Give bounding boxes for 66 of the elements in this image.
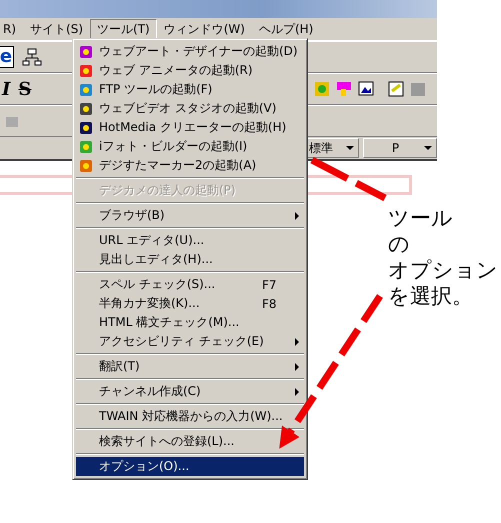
submenu-arrow-icon	[295, 212, 299, 220]
menu-item-label: HotMedia クリエーターの起動(H)	[99, 119, 286, 136]
menu-item-label: 検索サイトへの登録(L)...	[99, 433, 236, 450]
menu-item-label: ウェブ アニメータの起動(R)	[99, 62, 254, 79]
menu-item[interactable]: 見出しエディタ(H)...	[76, 250, 304, 269]
menu-item-label: ウェブアート・デザイナーの起動(D)	[99, 43, 298, 60]
menu-item[interactable]: ウェブアート・デザイナーの起動(D)	[76, 42, 304, 61]
menu-bar-item[interactable]: サイト(S)	[23, 18, 90, 40]
tag-dropdown[interactable]: P	[363, 138, 437, 158]
menu-item[interactable]: デジすたマーカー2の起動(A)	[76, 156, 304, 175]
menu-item[interactable]: ウェブビデオ スタジオの起動(V)	[76, 99, 304, 118]
menu-item-label: FTP ツールの起動(F)	[99, 81, 214, 98]
menu-item-label: 翻訳(T)	[99, 358, 141, 375]
annotation-text: オプション	[388, 257, 498, 283]
submenu-arrow-icon	[295, 362, 299, 370]
menu-item[interactable]: URL エディタ(U)...	[76, 231, 304, 250]
menu-item-label: 半角カナ変換(K)...	[99, 295, 201, 312]
menu-bar-item[interactable]: ウィンドウ(W)	[156, 18, 252, 40]
annotation-text: ツール	[388, 205, 453, 231]
menu-item-label: チャンネル作成(C)	[99, 383, 202, 400]
italic-button[interactable]: I	[2, 78, 10, 100]
menu-item[interactable]: ウェブ アニメータの起動(R)	[76, 61, 304, 80]
menu-item-label: TWAIN 対応機器からの入力(W)...	[99, 408, 283, 425]
submenu-arrow-icon	[295, 388, 299, 396]
menu-item[interactable]: チャンネル作成(C)	[76, 382, 304, 401]
menu-item[interactable]: iフォト・ビルダーの起動(I)	[76, 137, 304, 156]
style-dropdown[interactable]: 標準	[305, 138, 359, 158]
menu-item-label: デジすたマーカー2の起動(A)	[99, 157, 258, 174]
menu-item-label: iフォト・ビルダーの起動(I)	[99, 138, 248, 155]
shortcut-label: F7	[262, 278, 278, 292]
menu-item[interactable]: オプション(O)...	[76, 457, 304, 476]
menu-item-label: スペル チェック(S)...	[99, 276, 216, 293]
menu-item-label: 見出しエディタ(H)...	[99, 251, 214, 268]
menu-item-label: URL エディタ(U)...	[99, 232, 206, 249]
annotation-text: を選択。	[388, 283, 473, 309]
app-icon	[78, 120, 94, 136]
menu-item-label: ウェブビデオ スタジオの起動(V)	[99, 100, 276, 117]
menu-item[interactable]: 検索サイトへの登録(L)...	[76, 432, 304, 451]
app-icon	[78, 62, 94, 78]
strikethrough-button[interactable]: S	[18, 78, 32, 100]
app-icon	[78, 44, 94, 60]
app-icon	[78, 100, 94, 116]
menu-item[interactable]: FTP ツールの起動(F)	[76, 80, 304, 99]
browser-button[interactable]: e	[0, 46, 14, 68]
menu-item[interactable]: スペル チェック(S)... F7	[76, 275, 304, 294]
menu-item[interactable]: TWAIN 対応機器からの入力(W)...	[76, 407, 304, 426]
menu-item[interactable]: 半角カナ変換(K)... F8	[76, 294, 304, 313]
menu-item[interactable]: ブラウザ(B)	[76, 206, 304, 225]
shortcut-label: F8	[262, 296, 278, 310]
menu-item[interactable]: HTML 構文チェック(M)...	[76, 313, 304, 332]
menu-item-label: HTML 構文チェック(M)...	[99, 314, 240, 331]
menu-item-label: デジカメの達人の起動(P)	[99, 182, 237, 199]
menu-item[interactable]: アクセシビリティ チェック(E)	[76, 332, 304, 351]
app-icon	[78, 82, 94, 98]
menu-item[interactable]: 翻訳(T)	[76, 357, 304, 376]
annotation-text: の	[388, 231, 410, 257]
menu-bar-item[interactable]: ヘルプ(H)	[252, 18, 320, 40]
sitemap-icon[interactable]	[22, 47, 42, 67]
menu-item-label: オプション(O)...	[99, 458, 190, 475]
menu-item-label: ブラウザ(B)	[99, 207, 166, 224]
submenu-arrow-icon	[295, 338, 299, 346]
app-icon	[78, 138, 94, 154]
menu-item[interactable]: HotMedia クリエーターの起動(H)	[76, 118, 304, 137]
menu-bar-item[interactable]: R)	[0, 20, 24, 38]
app-icon	[78, 158, 94, 174]
menu-item-label: アクセシビリティ チェック(E)	[99, 333, 264, 350]
